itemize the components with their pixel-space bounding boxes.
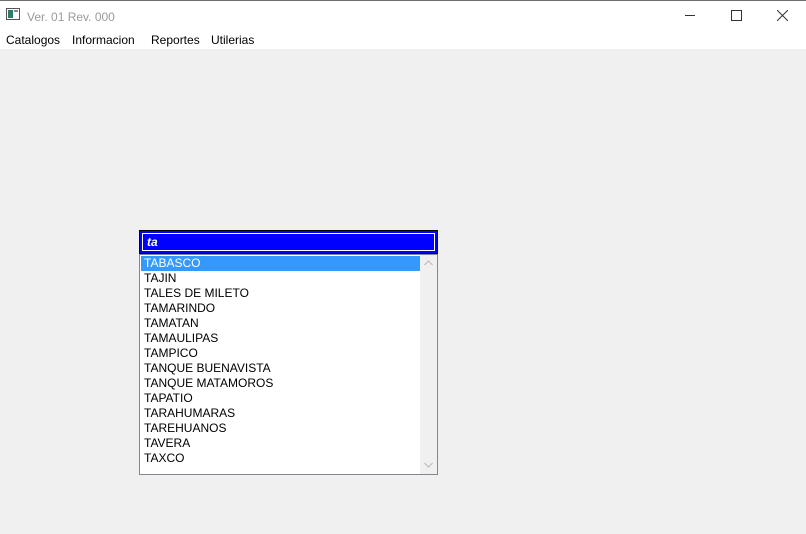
list-item[interactable]: TALES DE MILETO [141, 286, 420, 301]
minimize-button[interactable] [667, 1, 713, 31]
list-items: TABASCO TAJIN TALES DE MILETO TAMARINDO … [141, 256, 420, 466]
list-item[interactable]: TANQUE MATAMOROS [141, 376, 420, 391]
list-item[interactable]: TAMATAN [141, 316, 420, 331]
app-icon [6, 8, 20, 20]
minimize-icon [685, 15, 695, 16]
chevron-down-icon [424, 462, 433, 468]
search-field[interactable]: ta [139, 230, 438, 254]
list-item-selected[interactable]: TABASCO [141, 256, 420, 271]
list-item[interactable]: TAPATIO [141, 391, 420, 406]
results-listbox[interactable]: TABASCO TAJIN TALES DE MILETO TAMARINDO … [139, 254, 438, 475]
title-bar: Ver. 01 Rev. 000 [0, 0, 806, 31]
menu-reportes[interactable]: Reportes [151, 33, 200, 47]
list-item[interactable]: TAMPICO [141, 346, 420, 361]
list-item[interactable]: TAJIN [141, 271, 420, 286]
scroll-down-button[interactable] [420, 457, 437, 474]
maximize-icon [731, 10, 742, 21]
list-item[interactable]: TAVERA [141, 436, 420, 451]
close-button[interactable] [759, 1, 805, 31]
scroll-up-button[interactable] [420, 255, 437, 272]
search-input[interactable]: ta [142, 233, 435, 251]
maximize-button[interactable] [713, 1, 759, 31]
vertical-scrollbar[interactable] [420, 255, 437, 474]
chevron-up-icon [424, 260, 433, 266]
menu-catalogos[interactable]: Catalogos [6, 33, 60, 47]
list-item[interactable]: TANQUE BUENAVISTA [141, 361, 420, 376]
list-item[interactable]: TARAHUMARAS [141, 406, 420, 421]
menu-utilerias[interactable]: Utilerias [211, 33, 254, 47]
list-item[interactable]: TAREHUANOS [141, 421, 420, 436]
close-icon [777, 10, 788, 21]
window-title: Ver. 01 Rev. 000 [27, 10, 115, 24]
list-item[interactable]: TAXCO [141, 451, 420, 466]
menu-bar: Catalogos Informacion Reportes Utilerias [0, 31, 806, 49]
menu-informacion[interactable]: Informacion [72, 33, 135, 47]
list-item[interactable]: TAMAULIPAS [141, 331, 420, 346]
list-item[interactable]: TAMARINDO [141, 301, 420, 316]
